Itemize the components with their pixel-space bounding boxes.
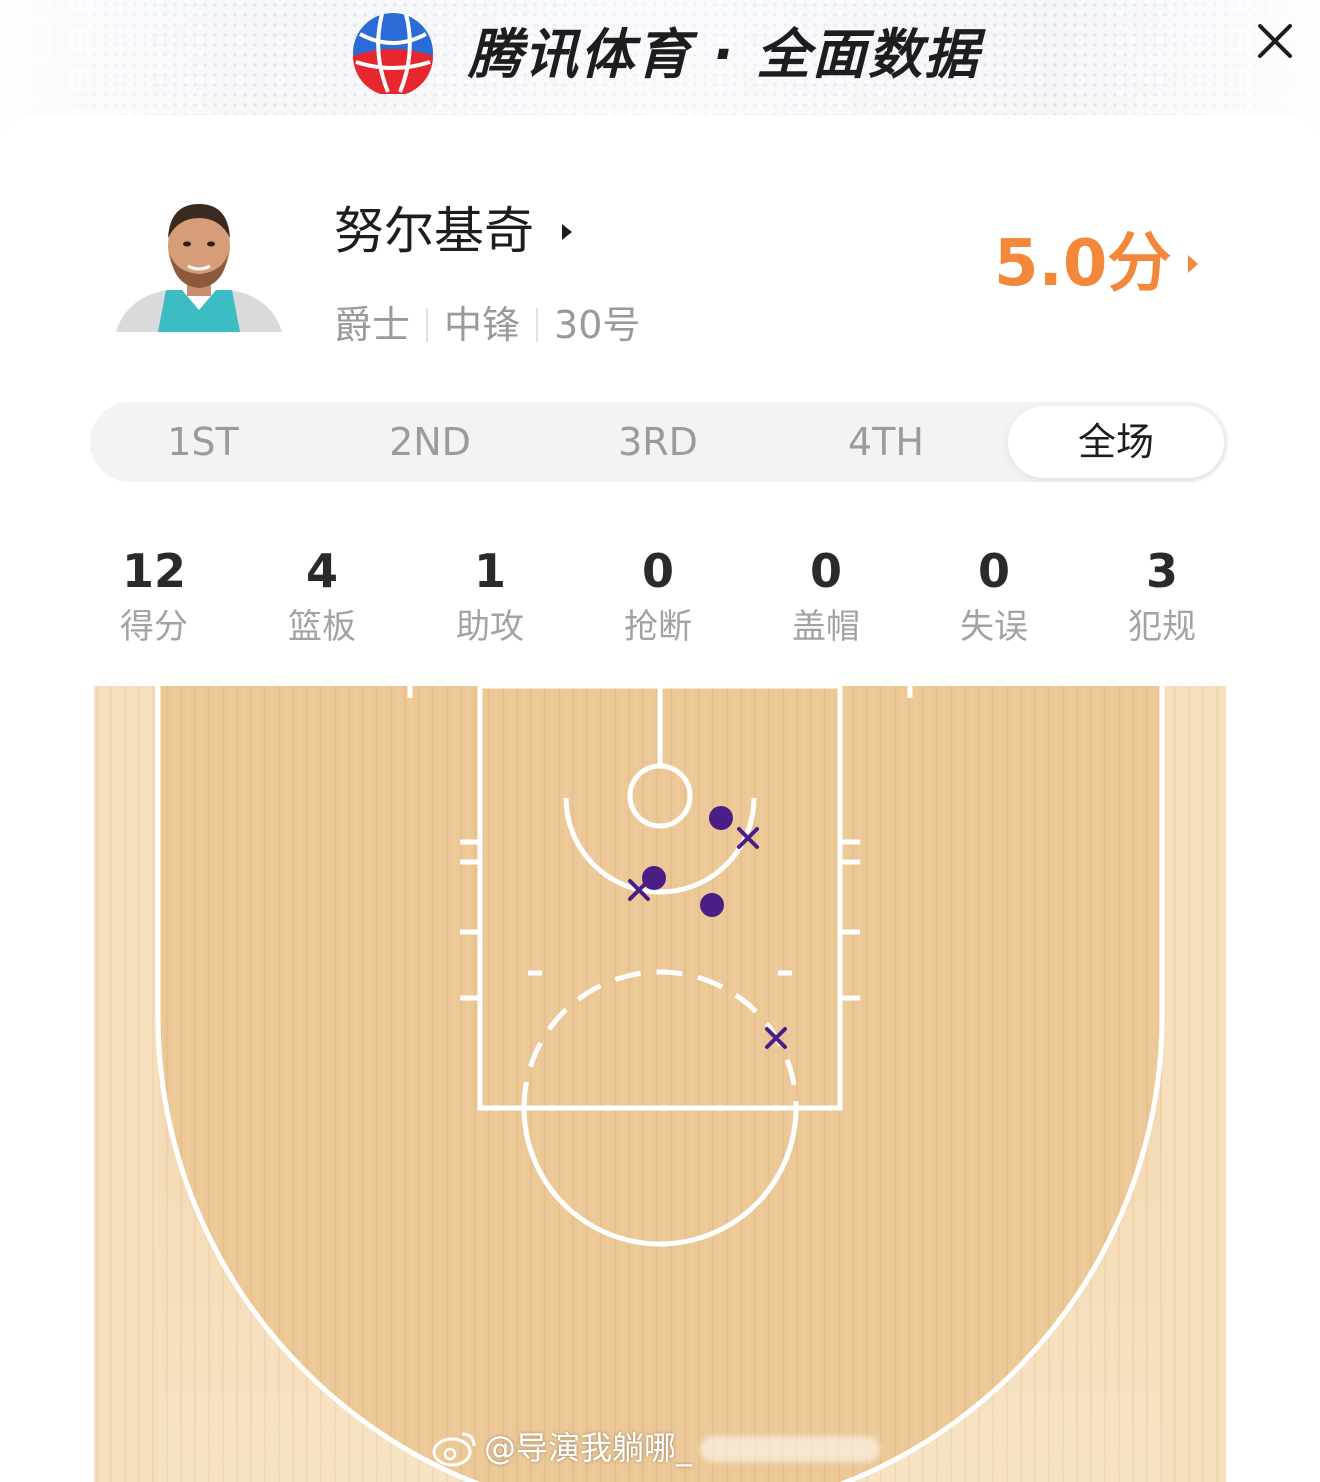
stat-label: 盖帽 [792,607,860,647]
tencent-sports-logo [353,13,433,94]
stat-steals: 0 抢断 [574,540,742,652]
watermark-redaction [700,1436,880,1462]
close-icon[interactable] [1250,16,1300,66]
meta-divider [426,308,429,342]
stat-rebounds: 4 篮板 [238,540,406,652]
stat-assists: 1 助攻 [406,540,574,652]
tab-1st[interactable]: 1ST [90,406,316,478]
player-avatar [116,198,282,332]
stat-value: 0 [809,544,842,598]
made-shot-marker [700,893,724,917]
stat-fouls: 3 犯规 [1078,540,1246,652]
watermark-text: @导演我躺哪_ [484,1429,693,1467]
weibo-icon [432,1432,476,1467]
stat-value: 0 [977,544,1010,598]
player-team: 爵士 [334,303,411,347]
stat-value: 0 [641,544,674,598]
player-number: 30号 [554,303,641,347]
stat-points: 12 得分 [70,540,238,652]
player-meta: 爵士 中锋 30号 [334,300,640,350]
brand-title: 腾讯体育 · 全面数据 [468,23,981,86]
stat-label: 失误 [960,607,1028,647]
player-rating[interactable]: 5.0分 [994,228,1171,300]
stat-blocks: 0 盖帽 [742,540,910,652]
stat-label: 抢断 [624,607,692,647]
stat-label: 得分 [120,607,188,647]
stats-row: 12 得分 4 篮板 1 助攻 0 抢断 0 盖帽 0 失误 3 犯规 [70,540,1250,660]
shot-chart-court [94,686,1226,1482]
caret-right-icon[interactable] [1186,253,1200,275]
made-shot-marker [642,866,666,890]
stat-label: 助攻 [456,607,524,647]
stat-value: 1 [473,544,506,598]
tab-3rd[interactable]: 3RD [544,406,772,478]
caret-right-icon[interactable] [560,222,574,242]
player-position: 中锋 [444,303,521,347]
player-name[interactable]: 努尔基奇 [334,196,534,266]
stat-turnovers: 0 失误 [910,540,1078,652]
tab-4th[interactable]: 4TH [772,406,1000,478]
tab-full-game[interactable]: 全场 [1008,406,1224,478]
stat-value: 3 [1145,544,1178,598]
stat-label: 犯规 [1128,607,1196,647]
stat-value: 4 [305,544,338,598]
period-tabs: 1ST 2ND 3RD 4TH 全场 [90,402,1228,482]
tab-2nd[interactable]: 2ND [316,406,544,478]
stat-label: 篮板 [288,607,356,647]
made-shot-marker [709,806,733,830]
meta-divider [536,308,539,342]
stat-value: 12 [121,544,186,598]
